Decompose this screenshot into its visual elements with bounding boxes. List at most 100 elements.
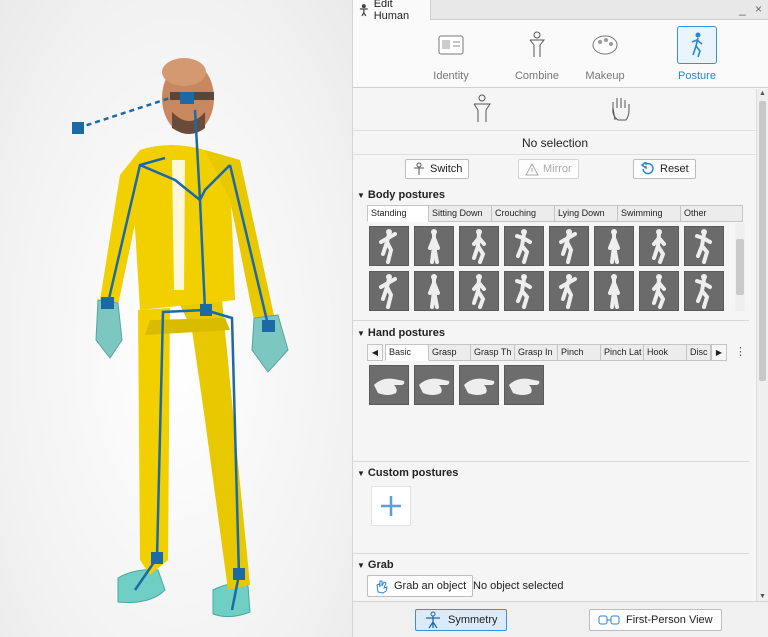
body-posture-thumbnail[interactable] xyxy=(504,271,544,311)
hand-posture-thumbnail[interactable] xyxy=(369,365,409,405)
tab-lying-down[interactable]: Lying Down xyxy=(555,205,618,222)
hand-posture-thumbnail[interactable] xyxy=(459,365,499,405)
symmetry-label: Symmetry xyxy=(448,614,498,626)
body-skeleton-toggle[interactable] xyxy=(467,93,497,125)
right-hand-joint xyxy=(262,320,275,332)
edit-human-tab[interactable]: Edit Human xyxy=(353,0,431,22)
body-posture-thumbnail[interactable] xyxy=(549,226,589,266)
warning-icon xyxy=(525,162,539,175)
mode-posture[interactable]: Posture xyxy=(657,26,737,86)
body-posture-thumbnail[interactable] xyxy=(504,226,544,266)
tab-swimming[interactable]: Swimming xyxy=(618,205,681,222)
left-leg xyxy=(138,308,170,575)
tab-pinch-lat[interactable]: Pinch Lat xyxy=(601,344,644,361)
symmetry-button[interactable]: Symmetry xyxy=(415,609,507,631)
eye-target-joint xyxy=(72,122,84,134)
edit-human-panel: Edit Human _ × Identity Combine Makeup P… xyxy=(352,0,768,637)
tab-grasp-th[interactable]: Grasp Th xyxy=(471,344,515,361)
tab-other[interactable]: Other xyxy=(681,205,743,222)
tab-grasp[interactable]: Grasp xyxy=(429,344,471,361)
right-foot-joint xyxy=(233,568,245,580)
hand-skeleton-toggle[interactable] xyxy=(605,93,635,125)
first-person-view-label: First-Person View xyxy=(626,614,713,626)
hand-posture-thumbnail[interactable] xyxy=(414,365,454,405)
body-posture-thumbnail[interactable] xyxy=(414,271,454,311)
tab-pinch[interactable]: Pinch xyxy=(558,344,601,361)
palette-icon xyxy=(592,35,618,55)
hand-posture-grid xyxy=(369,365,544,405)
body-posture-thumbnail[interactable] xyxy=(459,271,499,311)
panel-scrollbar[interactable]: ▲ ▼ xyxy=(756,89,768,601)
add-custom-posture-button[interactable] xyxy=(371,486,411,526)
window-controls[interactable]: _ × xyxy=(739,2,765,16)
body-posture-tabs: Standing Sitting Down Crouching Lying Do… xyxy=(367,205,743,222)
reset-icon xyxy=(640,162,654,175)
grab-header[interactable]: ▼ Grab xyxy=(357,559,394,571)
mirror-button[interactable]: Mirror xyxy=(518,159,579,179)
body-posture-thumbnail[interactable] xyxy=(594,271,634,311)
tab-scroll-right[interactable]: ▶ xyxy=(711,344,727,361)
body-posture-thumbnail[interactable] xyxy=(639,226,679,266)
mode-makeup[interactable]: Makeup xyxy=(565,26,645,86)
body-posture-thumbnail[interactable] xyxy=(459,226,499,266)
skeleton-mode-toggle xyxy=(353,89,757,131)
hand-outline-icon xyxy=(612,98,630,121)
posture-icon xyxy=(691,32,703,58)
mirror-label: Mirror xyxy=(543,163,572,175)
body-outline-icon xyxy=(473,94,491,122)
body-posture-thumbnail[interactable] xyxy=(684,271,724,311)
pelvis-joint xyxy=(200,304,212,316)
mode-label: Posture xyxy=(678,70,716,82)
more-icon[interactable]: ⋮ xyxy=(735,344,746,361)
custom-postures-header[interactable]: ▼ Custom postures xyxy=(357,467,458,479)
window-title: Edit Human xyxy=(373,0,410,22)
body-posture-thumbnail[interactable] xyxy=(594,226,634,266)
tab-disc[interactable]: Disc xyxy=(687,344,711,361)
first-person-view-button[interactable]: First-Person View xyxy=(589,609,722,631)
panel-titlebar: Edit Human _ × xyxy=(353,0,768,22)
body-posture-thumbnail[interactable] xyxy=(369,271,409,311)
body-posture-thumbnail[interactable] xyxy=(549,271,589,311)
symmetry-icon xyxy=(426,611,440,629)
human-model[interactable] xyxy=(0,0,352,637)
body-grid-scrollbar[interactable] xyxy=(735,223,745,311)
left-arm xyxy=(100,150,140,305)
reset-label: Reset xyxy=(660,163,689,175)
mode-toolbar: Identity Combine Makeup Posture xyxy=(353,20,768,88)
mode-label: Identity xyxy=(433,70,469,82)
body-posture-thumbnail[interactable] xyxy=(639,271,679,311)
mode-identity[interactable]: Identity xyxy=(411,26,491,86)
body-posture-thumbnail[interactable] xyxy=(369,226,409,266)
grab-object-label: Grab an object xyxy=(394,580,467,592)
switch-button[interactable]: Switch xyxy=(405,159,470,179)
tab-scroll-left[interactable]: ◀ xyxy=(367,344,383,361)
left-shoe xyxy=(117,569,166,603)
grab-hand-icon xyxy=(376,580,388,594)
hand-posture-tabs: Basic Grasp Grasp Th Grasp In Pinch Pinc… xyxy=(385,344,711,361)
grab-object-button[interactable]: Grab an object xyxy=(367,575,474,597)
switch-label: Switch xyxy=(430,163,463,175)
plus-icon xyxy=(381,496,401,516)
3d-viewport[interactable] xyxy=(0,0,352,637)
switch-icon xyxy=(414,162,424,175)
selection-status: No selection xyxy=(353,131,757,155)
id-card-icon xyxy=(438,35,464,55)
body-posture-thumbnail[interactable] xyxy=(684,226,724,266)
tab-grasp-in[interactable]: Grasp In xyxy=(515,344,558,361)
posture-scroll-area[interactable]: No selection Switch Mirror Reset ▼ Body p… xyxy=(353,89,757,601)
tab-hook[interactable]: Hook xyxy=(644,344,687,361)
action-buttons: Switch Mirror Reset xyxy=(353,156,757,182)
tab-crouching[interactable]: Crouching xyxy=(492,205,555,222)
left-hand-joint xyxy=(101,297,114,309)
body-posture-thumbnail[interactable] xyxy=(414,226,454,266)
right-leg xyxy=(180,300,250,590)
hand-postures-header[interactable]: ▼ Hand postures xyxy=(357,327,445,339)
body-postures-header[interactable]: ▼ Body postures xyxy=(357,189,445,201)
tab-sitting-down[interactable]: Sitting Down xyxy=(429,205,492,222)
figure-icon xyxy=(529,31,546,57)
mode-label: Makeup xyxy=(585,70,625,82)
tab-standing[interactable]: Standing xyxy=(367,205,429,222)
reset-button[interactable]: Reset xyxy=(633,159,696,179)
hand-posture-thumbnail[interactable] xyxy=(504,365,544,405)
tab-basic[interactable]: Basic xyxy=(385,344,429,361)
